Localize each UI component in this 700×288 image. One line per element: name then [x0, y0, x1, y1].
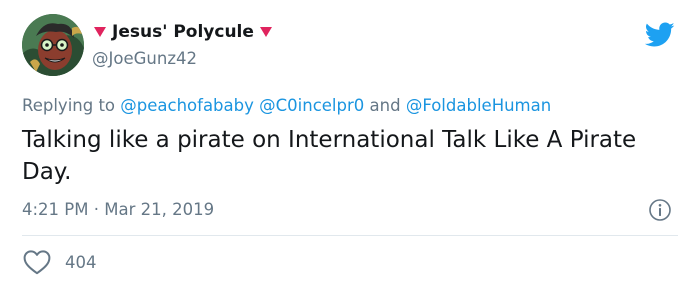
reply-conjunction: and [369, 96, 401, 115]
divider [22, 235, 678, 236]
mention-link[interactable]: @FoldableHuman [406, 96, 551, 115]
mention-link[interactable]: @peachofababy [120, 96, 254, 115]
reply-prefix: Replying to [22, 96, 116, 115]
twitter-bird-icon[interactable] [645, 22, 675, 48]
tweet-text: Talking like a pirate on International T… [22, 127, 637, 185]
display-name: Jesus' Polycule [112, 22, 254, 42]
avatar[interactable] [22, 14, 84, 76]
heart-outline-icon [23, 250, 51, 275]
like-count: 404 [65, 252, 97, 272]
tweet-card: Jesus' Polycule @JoeGunz42 Replying to @… [0, 0, 700, 288]
reply-context: Replying to @peachofababy @C0incelpr0 an… [22, 96, 551, 115]
info-icon[interactable] [648, 198, 672, 222]
display-name-row[interactable]: Jesus' Polycule [92, 22, 274, 42]
mention-link[interactable]: @C0incelpr0 [259, 96, 364, 115]
author-handle[interactable]: @JoeGunz42 [92, 49, 197, 68]
like-button[interactable]: 404 [22, 249, 97, 275]
tweet-timestamp[interactable]: 4:21 PM · Mar 21, 2019 [22, 200, 214, 219]
avatar-image [22, 14, 84, 76]
heart-icon [94, 27, 106, 37]
heart-icon [259, 27, 272, 37]
